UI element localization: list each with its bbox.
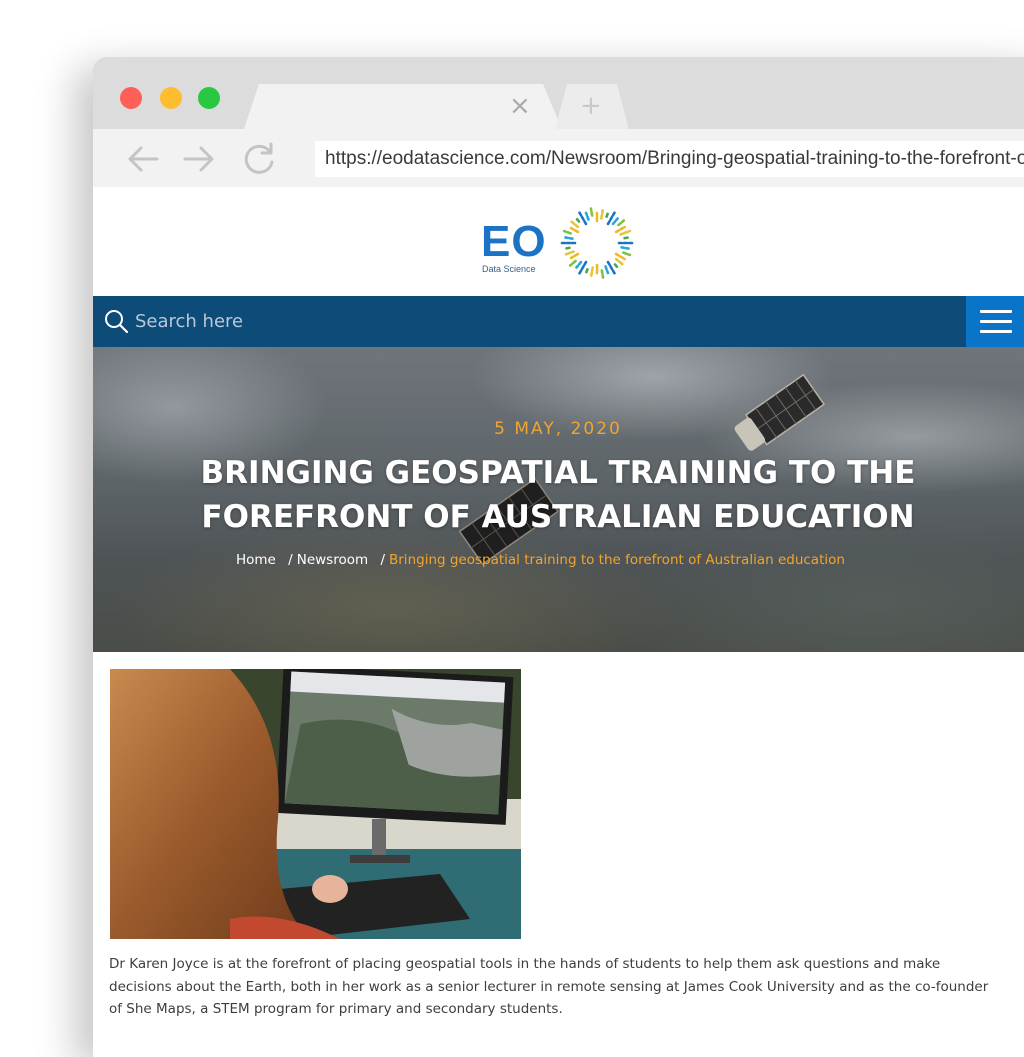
breadcrumb: Home / Newsroom / Bringing geospatial trai… <box>236 552 845 568</box>
url-text: https://eodatascience.com/Newsroom/Bring… <box>325 148 1024 169</box>
logo-burst-ray <box>568 219 580 229</box>
logo-burst-ray <box>600 207 605 220</box>
logo-burst-ray <box>578 211 588 226</box>
breadcrumb-newsroom-link[interactable]: Newsroom <box>297 552 368 568</box>
hero-banner: 5 MAY, 2020 BRINGING GEOSPATIAL TRAINING… <box>93 347 1024 652</box>
logo-burst-ray <box>584 211 590 221</box>
logo-burst-ray <box>623 236 630 240</box>
menu-line <box>980 310 1012 313</box>
breadcrumb-current: Bringing geospatial training to the fore… <box>389 552 845 568</box>
article-body: Dr Karen Joyce is at the forefront of pl… <box>109 956 989 1017</box>
browser-toolbar: https://eodatascience.com/Newsroom/Bring… <box>93 129 1024 187</box>
logo-burst-ray <box>617 219 626 227</box>
logo-burst-ray <box>614 257 626 267</box>
article-photo <box>110 669 521 939</box>
browser-titlebar: × + <box>93 57 1024 132</box>
logo-burst-ray <box>604 265 610 275</box>
logo-burst-ray <box>575 217 581 223</box>
forward-arrow-icon[interactable] <box>179 139 219 179</box>
logo-burst-ray <box>589 207 594 217</box>
hamburger-menu-icon[interactable] <box>966 296 1024 347</box>
site-header: EO Data Science <box>93 187 1024 296</box>
web-page: EO Data Science Search here 5 MAY, 2020 … <box>93 187 1024 1057</box>
logo-burst-ray <box>567 225 580 234</box>
logo-burst-ray <box>575 260 583 269</box>
site-logo-subtitle: Data Science <box>482 264 536 274</box>
breadcrumb-home-link[interactable]: Home <box>236 552 276 568</box>
logo-burst-ray <box>562 250 575 257</box>
maximize-window-button[interactable] <box>198 87 220 109</box>
logo-burst-ray <box>564 246 571 250</box>
logo-burst-ray <box>568 259 577 267</box>
logo-burst-ray <box>584 268 589 275</box>
menu-line <box>980 330 1012 333</box>
site-navbar <box>93 296 1024 347</box>
breadcrumb-separator: / <box>288 552 293 568</box>
logo-burst-ray <box>619 229 632 236</box>
site-logo-text[interactable]: EO <box>481 217 547 267</box>
logo-burst-ray <box>567 252 580 261</box>
logo-burst-ray <box>600 269 605 279</box>
article-title: BRINGING GEOSPATIAL TRAINING TO THE FORE… <box>200 455 916 535</box>
logo-burst-ray <box>605 211 610 218</box>
logo-burst-ray <box>562 229 572 235</box>
logo-burst-ray <box>611 217 619 226</box>
logo-burst-ray <box>614 252 627 261</box>
menu-line <box>980 320 1012 323</box>
close-window-button[interactable] <box>120 87 142 109</box>
address-bar[interactable]: https://eodatascience.com/Newsroom/Bring… <box>315 141 1024 177</box>
search-icon[interactable] <box>103 308 129 334</box>
logo-burst-ray <box>622 251 632 257</box>
browser-window: × + https://eodatascience.com/Newsroom/B… <box>93 57 1024 1057</box>
back-arrow-icon[interactable] <box>123 139 163 179</box>
logo-burst-ray <box>620 246 630 250</box>
logo-burst-ray <box>589 266 594 279</box>
logo-burst-ray <box>613 263 619 269</box>
logo-burst-ray <box>614 225 627 234</box>
plus-icon[interactable]: + <box>580 93 602 119</box>
breadcrumb-separator: / <box>380 552 385 568</box>
minimize-window-button[interactable] <box>160 87 182 109</box>
tab-close-icon[interactable]: × <box>509 93 531 119</box>
logo-burst-ray <box>606 260 616 275</box>
screenshot-stage: × + https://eodatascience.com/Newsroom/B… <box>0 0 1024 1057</box>
reload-icon[interactable] <box>239 139 279 179</box>
logo-burst-icon[interactable] <box>557 203 637 283</box>
photo-illustration <box>110 669 521 939</box>
logo-burst-ray <box>564 236 574 240</box>
search-input[interactable] <box>135 306 495 336</box>
article-date: 5 MAY, 2020 <box>494 419 622 439</box>
